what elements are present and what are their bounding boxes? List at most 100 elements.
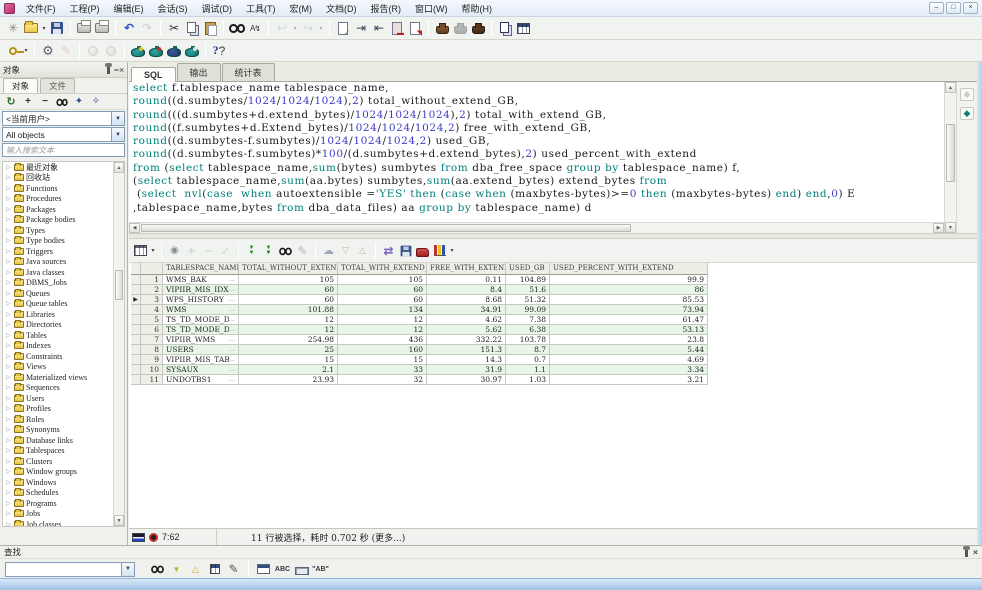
cell-total-without-extend[interactable]: 25 [239, 345, 338, 355]
print-preview-icon[interactable] [93, 20, 111, 37]
tree-scrollbar[interactable]: ▲ ▼ [113, 162, 124, 526]
tree-item[interactable]: ▷ Windows [3, 477, 113, 488]
cell-total-without-extend[interactable]: 12 [239, 315, 338, 325]
scrollbar-thumb[interactable] [115, 270, 123, 300]
breakpoint-doc-icon[interactable]: ▬ [388, 20, 406, 37]
table-row[interactable]: 5 TS_TD_MODE_D_X_12 12 12 4.62 7.38 61.4… [131, 315, 708, 325]
cell-free-with-extend[interactable]: 31.9 [427, 365, 506, 375]
sql-editor[interactable]: select f.tablespace_name tablespace_name… [129, 82, 944, 222]
highlight-all-icon[interactable] [206, 561, 223, 577]
tree-item[interactable]: ▷ Type bodies [3, 236, 113, 247]
cell-free-with-extend[interactable]: 30.97 [427, 375, 506, 385]
paste-icon[interactable] [201, 20, 219, 37]
pin-icon[interactable] [965, 550, 968, 557]
minimize-button[interactable]: – [929, 2, 944, 14]
cell-total-with-extend[interactable]: 60 [338, 295, 427, 305]
post-changes-icon[interactable] [217, 243, 234, 259]
expand-caret-icon[interactable]: ▷ [6, 468, 12, 475]
column-header-total-with-extend[interactable]: TOTAL_WITH_EXTEND_GB [338, 263, 427, 275]
back-dropdown-icon[interactable]: ▾ [291, 25, 299, 32]
cell-used-gb[interactable]: 6.38 [506, 325, 550, 335]
cell-total-without-extend[interactable]: 60 [239, 295, 338, 305]
cell-tablespace-name[interactable]: WPS_HISTORY [163, 295, 239, 305]
sort-icon[interactable] [320, 243, 337, 259]
match-case-icon[interactable]: ABC [274, 561, 291, 577]
expand-caret-icon[interactable]: ▷ [6, 489, 12, 496]
tree-item[interactable]: ▷ Jobs [3, 509, 113, 520]
cell-free-with-extend[interactable]: 14.3 [427, 355, 506, 365]
export-results-icon[interactable] [414, 243, 431, 259]
insert-record-icon[interactable] [183, 243, 200, 259]
user-filter-dropdown[interactable]: <当前用户> ▼ [2, 111, 125, 126]
expand-caret-icon[interactable]: ▷ [6, 248, 12, 255]
close-panel-icon[interactable]: × [114, 65, 124, 75]
save-results-icon[interactable] [397, 243, 414, 259]
open-folder-icon[interactable] [22, 20, 40, 37]
column-header-used-gb[interactable]: USED_GB [506, 263, 550, 275]
expand-caret-icon[interactable]: ▷ [6, 227, 12, 234]
cell-used-gb[interactable]: 51.32 [506, 295, 550, 305]
next-statement-icon[interactable] [960, 107, 974, 120]
expand-caret-icon[interactable]: ▷ [6, 311, 12, 318]
editor-vertical-scrollbar[interactable]: ▲ ▼ [944, 82, 956, 233]
menu-item[interactable]: 调试(D) [195, 1, 240, 16]
expand-caret-icon[interactable]: ▷ [6, 269, 12, 276]
expand-caret-icon[interactable]: ▷ [6, 195, 12, 202]
cell-free-with-extend[interactable]: 0.11 [427, 275, 506, 285]
expand-caret-icon[interactable]: ▷ [6, 279, 12, 286]
table-row[interactable]: 10 SYSAUX 2.1 33 31.9 1.1 3.34 [131, 365, 708, 375]
collapse-icon[interactable] [37, 95, 53, 109]
cell-tablespace-name[interactable]: WMS_BAK [163, 275, 239, 285]
close-button[interactable]: × [963, 2, 978, 14]
key-icon[interactable] [4, 42, 22, 59]
beautifier-icon[interactable] [57, 42, 75, 59]
scroll-down-icon[interactable]: ▼ [114, 515, 124, 526]
cell-free-with-extend[interactable]: 5.62 [427, 325, 506, 335]
cell-total-without-extend[interactable]: 101.88 [239, 305, 338, 315]
tree-item[interactable]: ▷ Synonyms [3, 425, 113, 436]
cell-total-with-extend[interactable]: 134 [338, 305, 427, 315]
find-in-results-icon[interactable] [278, 244, 292, 258]
expand-caret-icon[interactable]: ▷ [6, 258, 12, 265]
tree-item[interactable]: ▷ Users [3, 393, 113, 404]
table-row[interactable]: 2 VIPIIR_MIS_IDX 60 60 8.4 51.6 86 [131, 285, 708, 295]
cell-free-with-extend[interactable]: 34.91 [427, 305, 506, 315]
edit-find-icon[interactable] [225, 561, 242, 577]
tree-item[interactable]: ▷ Indexes [3, 341, 113, 352]
chevron-down-icon[interactable]: ▼ [111, 112, 124, 125]
chart-dropdown-icon[interactable]: ▾ [448, 247, 456, 254]
cell-used-percent[interactable]: 61.47 [550, 315, 708, 325]
refresh-icon[interactable] [3, 95, 19, 109]
expand-icon[interactable] [20, 95, 36, 109]
tree-item[interactable]: ▷ Queue tables [3, 299, 113, 310]
menu-item[interactable]: 工具(T) [239, 1, 283, 16]
delete-record-icon[interactable] [200, 243, 217, 259]
column-header-free-with-extend[interactable]: FREE_WITH_EXTEND_GB [427, 263, 506, 275]
previous-statement-icon[interactable] [960, 88, 974, 101]
gear-icon[interactable] [39, 42, 57, 59]
copy-icon[interactable] [183, 20, 201, 37]
cell-used-percent[interactable]: 4.69 [550, 355, 708, 365]
tree-item[interactable]: ▷ 回收站 [3, 173, 113, 184]
break-pot-icon[interactable] [183, 42, 201, 59]
scrollbar-thumb[interactable] [946, 124, 955, 182]
grid-mode-dropdown-icon[interactable]: ▾ [149, 247, 157, 254]
forward-dropdown-icon[interactable]: ▾ [317, 25, 325, 32]
find-object-icon[interactable] [56, 96, 69, 107]
navigate-forward-icon[interactable] [299, 20, 317, 37]
tree-item[interactable]: ▷ Packages [3, 204, 113, 215]
cell-used-percent[interactable]: 3.34 [550, 365, 708, 375]
cell-total-with-extend[interactable]: 12 [338, 325, 427, 335]
editor-horizontal-scrollbar[interactable]: ◀ ▶ [129, 222, 944, 233]
cut-icon[interactable] [165, 20, 183, 37]
restore-button[interactable]: □ [946, 2, 961, 14]
tree-item[interactable]: ▷ Java sources [3, 257, 113, 268]
clear-filter-icon[interactable] [88, 95, 104, 109]
menu-item[interactable]: 文档(D) [319, 1, 364, 16]
cell-total-with-extend[interactable]: 105 [338, 275, 427, 285]
expand-caret-icon[interactable]: ▷ [6, 206, 12, 213]
cell-total-with-extend[interactable]: 160 [338, 345, 427, 355]
tree-item[interactable]: ▷ Package bodies [3, 215, 113, 226]
sort-descending-icon[interactable] [337, 243, 354, 259]
expand-caret-icon[interactable]: ▷ [6, 237, 12, 244]
